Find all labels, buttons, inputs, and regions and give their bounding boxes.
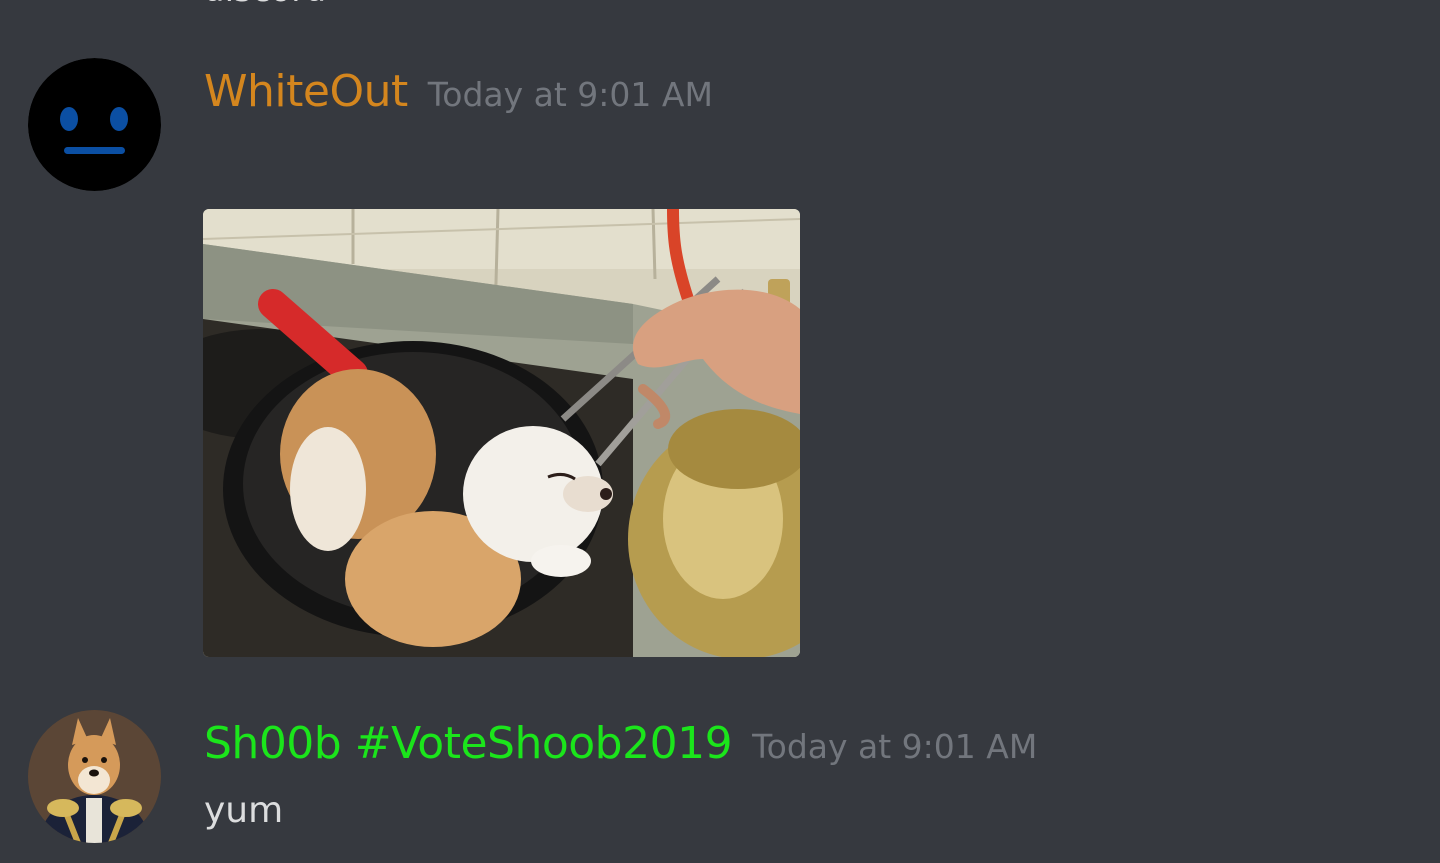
timestamp[interactable]: Today at 9:01 AM — [428, 75, 713, 114]
shiba-dog-portrait-avatar-icon[interactable] — [28, 710, 161, 843]
previous-message-text: discord — [203, 0, 326, 10]
username[interactable]: Sh00b #VoteShoob2019 — [204, 718, 733, 769]
neutral-face-avatar-icon[interactable] — [28, 58, 161, 191]
message-header: Sh00b #VoteShoob2019 Today at 9:01 AM — [204, 718, 1037, 770]
message-text: yum — [204, 790, 284, 831]
message-header: WhiteOut Today at 9:01 AM — [204, 66, 713, 118]
chat-window: discord WhiteOut Today at 9:01 AM — [0, 0, 1440, 863]
timestamp[interactable]: Today at 9:01 AM — [752, 727, 1037, 766]
username[interactable]: WhiteOut — [204, 66, 408, 117]
puppies-in-pot-image[interactable] — [203, 209, 800, 657]
